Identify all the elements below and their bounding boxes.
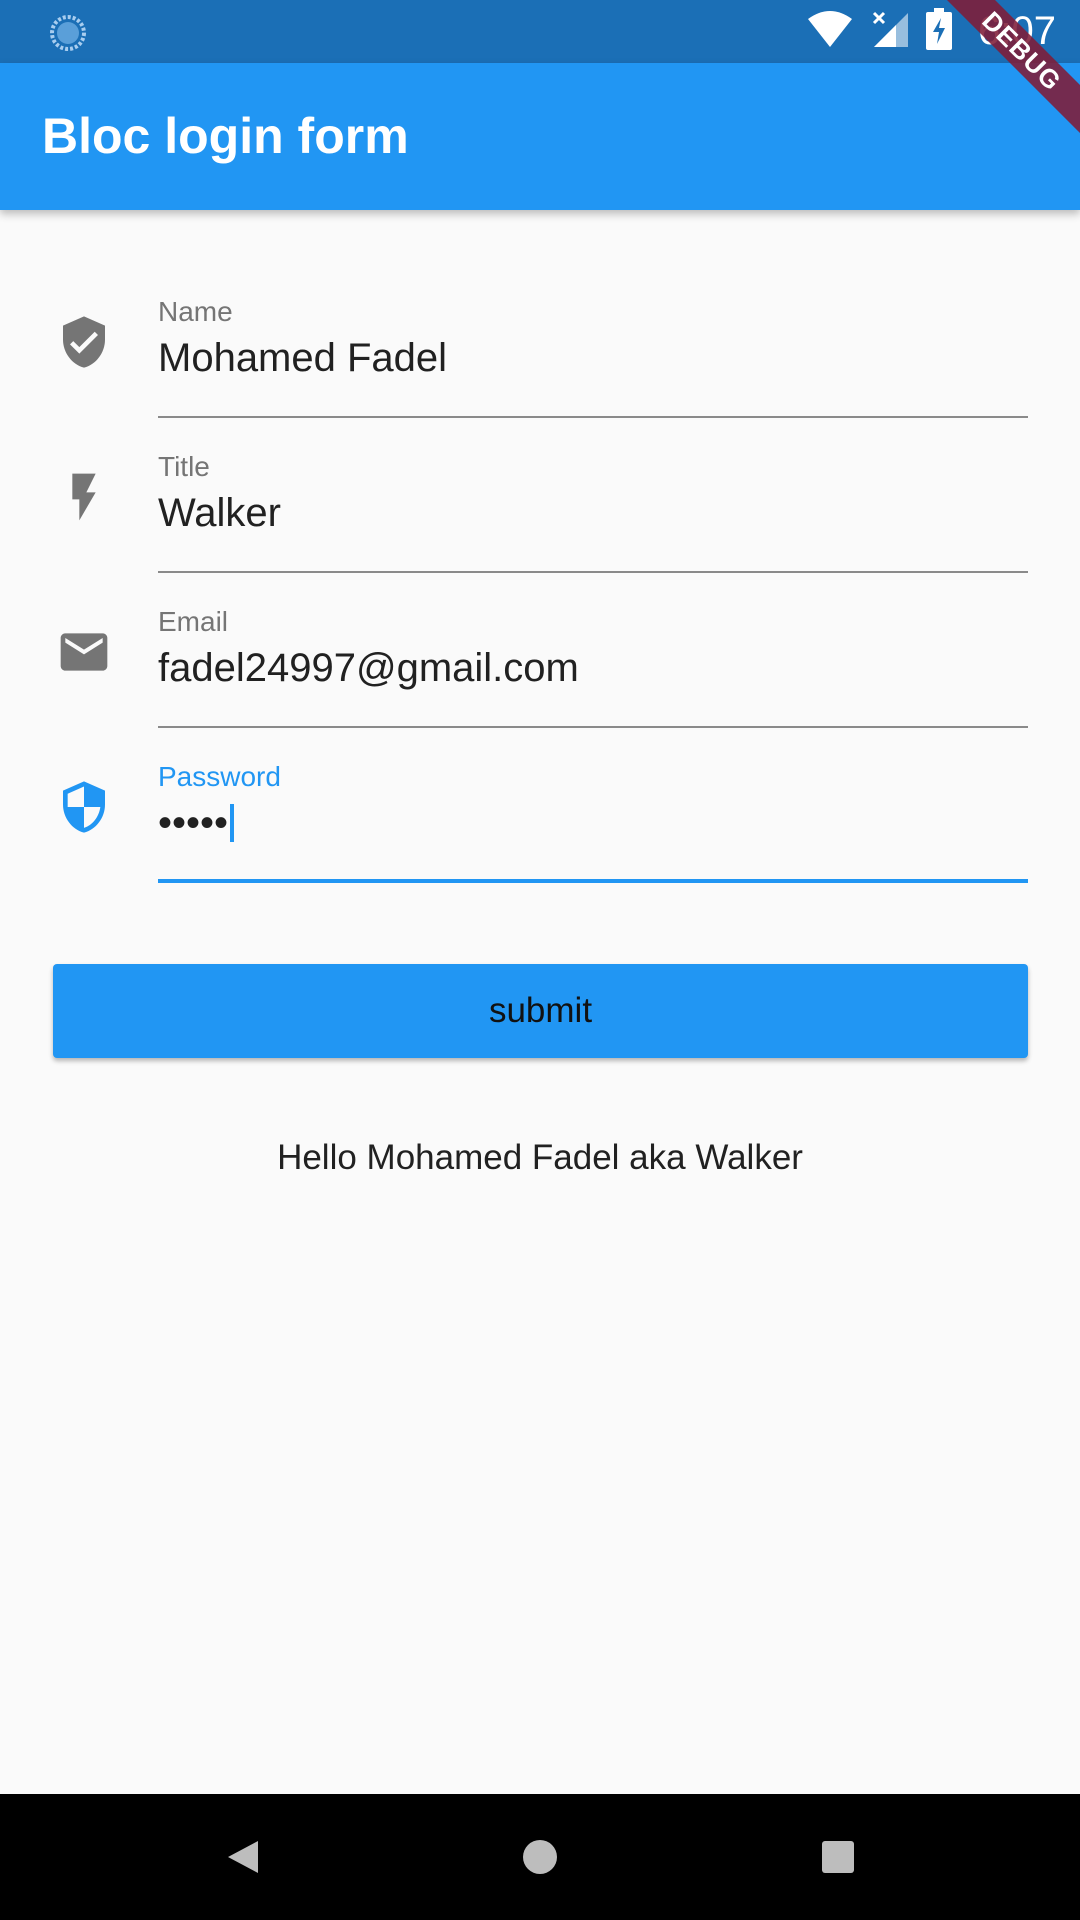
- navigation-bar: [0, 1794, 1080, 1920]
- battery-charging-icon: [926, 8, 953, 55]
- password-field[interactable]: Password •••••: [0, 755, 1080, 910]
- recents-icon[interactable]: [810, 1829, 866, 1885]
- security-shield-icon: [56, 779, 112, 835]
- home-icon[interactable]: [512, 1829, 568, 1885]
- password-field-label: Password: [158, 761, 281, 792]
- name-field[interactable]: Name Mohamed Fadel: [0, 290, 1080, 445]
- title-field[interactable]: Title Walker: [0, 445, 1080, 600]
- title-field-label: Title: [158, 451, 210, 482]
- back-icon[interactable]: [214, 1829, 270, 1885]
- status-time: 6:07: [978, 9, 1056, 53]
- name-field-value[interactable]: Mohamed Fadel: [158, 336, 447, 381]
- email-field[interactable]: Email fadel24997@gmail.com: [0, 600, 1080, 755]
- password-field-underline: [158, 879, 1028, 883]
- email-field-value[interactable]: fadel24997@gmail.com: [158, 646, 579, 691]
- title-field-value[interactable]: Walker: [158, 491, 281, 536]
- wifi-icon: [806, 9, 854, 54]
- greeting-text: Hello Mohamed Fadel aka Walker: [277, 1138, 803, 1177]
- text-cursor: [230, 804, 235, 842]
- flash-icon: [56, 469, 112, 525]
- email-field-label: Email: [158, 606, 229, 637]
- signal-no-sim-icon: [870, 9, 910, 54]
- password-field-value[interactable]: •••••: [158, 801, 235, 846]
- page-title: Bloc login form: [42, 108, 409, 164]
- status-bar: 6:07: [0, 0, 1080, 63]
- email-icon: [56, 624, 112, 680]
- email-field-underline: [158, 726, 1028, 728]
- title-field-underline: [158, 571, 1028, 573]
- app-bar: Bloc login form: [0, 63, 1080, 210]
- name-field-underline: [158, 416, 1028, 418]
- password-field-dots: •••••: [158, 801, 229, 845]
- submit-button[interactable]: submit: [53, 964, 1028, 1058]
- verified-shield-icon: [56, 314, 112, 370]
- name-field-label: Name: [158, 296, 233, 327]
- loading-icon: [48, 13, 88, 53]
